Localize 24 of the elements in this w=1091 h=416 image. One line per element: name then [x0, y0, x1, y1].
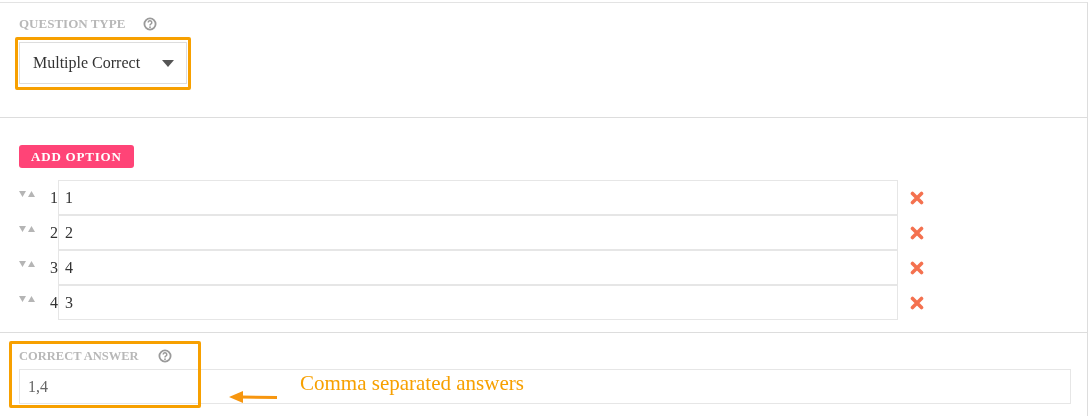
option-input[interactable]: 1: [58, 180, 898, 215]
sort-arrows-icon[interactable]: [19, 296, 35, 303]
remove-icon[interactable]: [910, 190, 924, 205]
sort-arrows-icon[interactable]: [19, 261, 35, 268]
sort-arrows-icon[interactable]: [19, 191, 35, 198]
sort-arrows-icon[interactable]: [19, 226, 35, 233]
option-number: 1: [49, 188, 58, 207]
remove-icon[interactable]: [910, 225, 924, 240]
remove-icon[interactable]: [910, 295, 924, 310]
remove-icon[interactable]: [910, 260, 924, 275]
annotation-text: Comma separated answers: [300, 371, 524, 396]
help-icon[interactable]: [143, 17, 158, 31]
option-number: 4: [49, 293, 58, 312]
option-input[interactable]: 2: [58, 215, 898, 250]
field-label: QUESTION TYPE: [19, 16, 126, 32]
caret-icon: [162, 59, 174, 67]
arrow-icon: [229, 390, 279, 404]
option-number: 3: [49, 258, 58, 277]
option-input[interactable]: 3: [58, 285, 898, 320]
question-type-select[interactable]: Multiple Correct: [19, 42, 187, 84]
option-input[interactable]: 4: [58, 250, 898, 285]
help-icon[interactable]: [157, 349, 172, 363]
field-label: CORRECT ANSWER: [19, 348, 139, 364]
option-number: 2: [49, 223, 58, 242]
